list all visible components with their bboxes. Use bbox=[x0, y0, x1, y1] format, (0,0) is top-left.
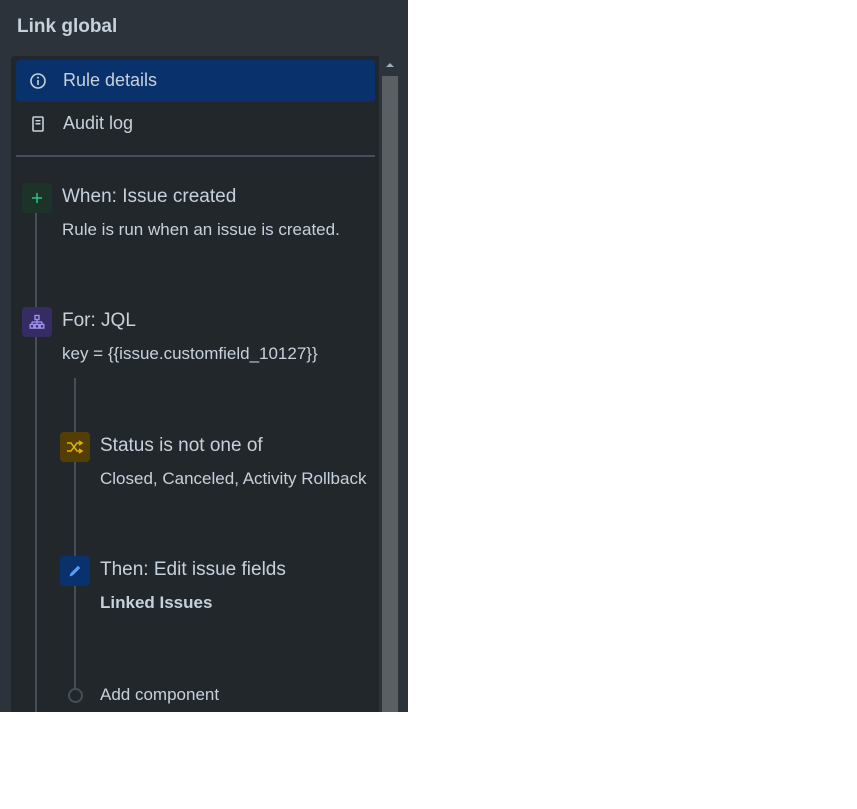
caret-up-icon bbox=[386, 63, 394, 67]
outer-connector-line bbox=[35, 210, 37, 712]
scrollbar-thumb[interactable] bbox=[382, 76, 398, 712]
plus-icon bbox=[32, 193, 42, 203]
branch-icon bbox=[29, 314, 45, 329]
trigger-step-title[interactable]: When: Issue created bbox=[62, 186, 236, 208]
pencil-icon bbox=[69, 565, 81, 577]
nav-rule-details-label: Rule details bbox=[63, 70, 158, 90]
scrollbar[interactable] bbox=[380, 56, 400, 712]
add-component-button[interactable]: Add component bbox=[100, 685, 219, 705]
branch-step-title[interactable]: For: JQL bbox=[62, 310, 136, 332]
trigger-step-icon[interactable] bbox=[22, 183, 52, 213]
branch-step-icon[interactable] bbox=[22, 307, 52, 337]
rule-content: Rule details Audit log When: Issue creat… bbox=[11, 56, 379, 712]
nav-divider bbox=[16, 155, 375, 157]
info-icon bbox=[30, 73, 46, 89]
document-icon bbox=[32, 116, 44, 132]
condition-step-description: Closed, Canceled, Activity Rollback bbox=[100, 469, 367, 488]
trigger-step-description: Rule is run when an issue is created. bbox=[62, 220, 340, 239]
shuffle-icon bbox=[67, 440, 84, 454]
action-step-title[interactable]: Then: Edit issue fields bbox=[100, 559, 286, 581]
scroll-up-button[interactable] bbox=[380, 56, 400, 74]
condition-step-icon[interactable] bbox=[60, 432, 90, 462]
nav-audit-log[interactable]: Audit log bbox=[16, 103, 375, 145]
branch-step-description: key = {{issue.customfield_10127}} bbox=[62, 344, 318, 363]
action-step-icon[interactable] bbox=[60, 556, 90, 586]
inner-connector-line bbox=[74, 378, 76, 690]
condition-step-title[interactable]: Status is not one of bbox=[100, 435, 263, 457]
action-step-description: Linked Issues bbox=[100, 593, 213, 612]
rule-panel: Link global Rule details Audit log When:… bbox=[0, 0, 408, 712]
add-component-dot bbox=[68, 688, 83, 703]
panel-title: Link global bbox=[17, 16, 118, 37]
nav-rule-details[interactable]: Rule details bbox=[16, 60, 375, 102]
nav-audit-log-label: Audit log bbox=[63, 113, 134, 133]
